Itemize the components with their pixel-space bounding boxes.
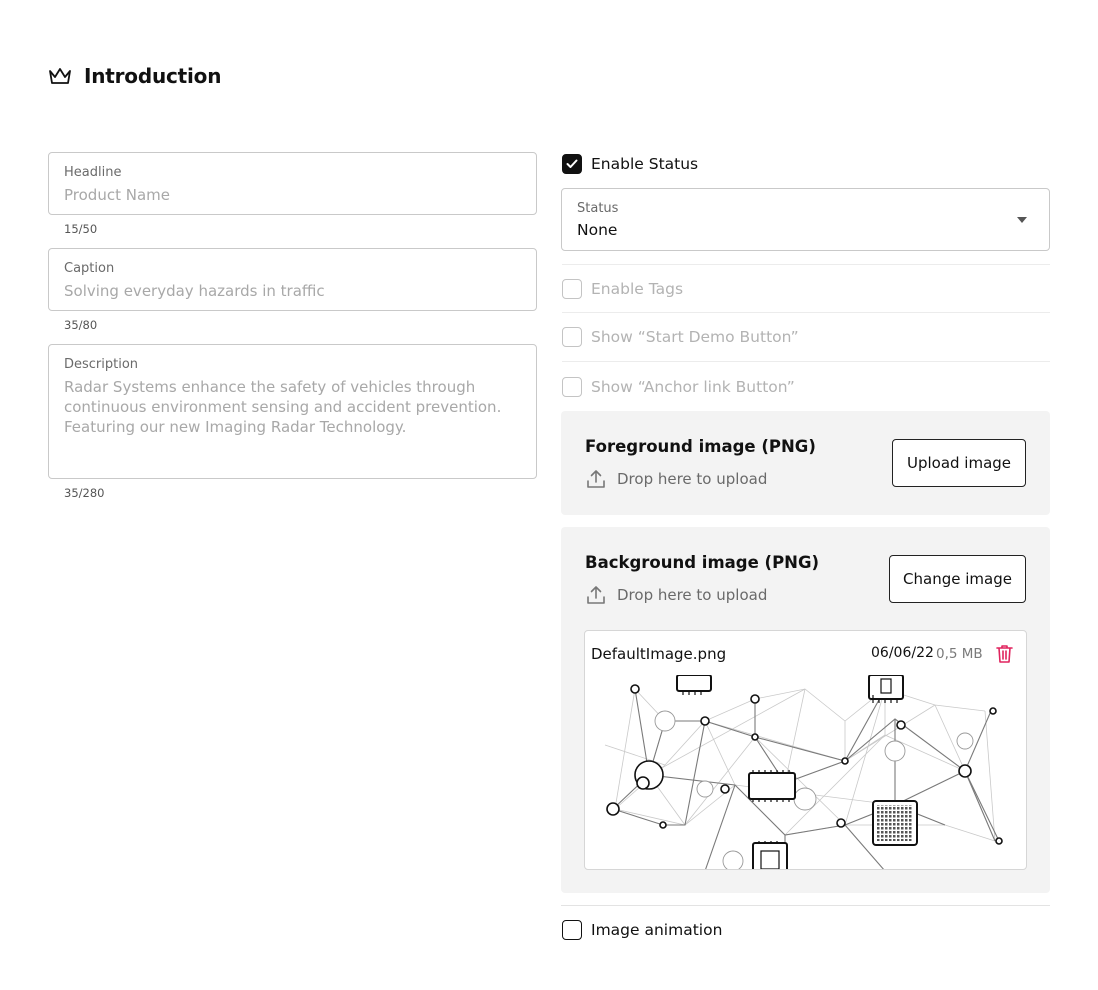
background-dropzone[interactable]: Drop here to upload <box>585 584 767 606</box>
enable-status-checkbox[interactable] <box>562 153 582 174</box>
enable-tags-checkbox[interactable] <box>562 278 582 299</box>
headline-counter: 15/50 <box>64 222 98 236</box>
section-title: Introduction <box>84 64 222 88</box>
foreground-dropzone[interactable]: Drop here to upload <box>585 468 767 490</box>
description-counter: 35/280 <box>64 486 105 500</box>
foreground-image-title: Foreground image (PNG) <box>585 437 816 456</box>
headline-label: Headline <box>64 165 122 180</box>
image-animation-checkbox[interactable] <box>562 919 582 940</box>
file-date: 06/06/22 <box>871 645 934 661</box>
upload-image-button[interactable]: Upload image <box>892 439 1026 487</box>
file-size: 0,5 MB <box>936 646 983 662</box>
network-circuit-illustration <box>604 675 1003 869</box>
show-anchor-link-checkbox[interactable] <box>562 376 582 397</box>
upload-icon <box>585 468 607 490</box>
description-textarea[interactable]: Radar Systems enhance the safety of vehi… <box>64 377 504 437</box>
enable-status-row[interactable]: Enable Status <box>562 139 1050 188</box>
enable-tags-row[interactable]: Enable Tags <box>562 264 1050 313</box>
caption-input[interactable]: Solving everyday hazards in traffic <box>64 281 521 301</box>
foreground-image-card[interactable]: Foreground image (PNG) Drop here to uplo… <box>561 411 1050 515</box>
status-select[interactable]: Status None <box>561 188 1050 251</box>
show-anchor-link-row[interactable]: Show “Anchor link Button” <box>562 362 1050 411</box>
headline-field[interactable]: Headline Product Name <box>48 152 537 215</box>
file-name: DefaultImage.png <box>591 645 727 663</box>
status-select-value: None <box>577 221 618 239</box>
description-field[interactable]: Description Radar Systems enhance the sa… <box>48 344 537 479</box>
caption-counter: 35/80 <box>64 318 98 332</box>
crown-icon <box>48 66 72 86</box>
image-animation-label: Image animation <box>591 920 723 939</box>
background-drop-text: Drop here to upload <box>617 586 768 604</box>
status-select-label: Status <box>577 201 619 216</box>
enable-tags-label: Enable Tags <box>591 279 684 298</box>
show-start-demo-row[interactable]: Show “Start Demo Button” <box>562 313 1050 362</box>
section-header: Introduction <box>48 62 221 90</box>
image-animation-row[interactable]: Image animation <box>562 905 1050 954</box>
show-anchor-link-label: Show “Anchor link Button” <box>591 377 795 396</box>
show-start-demo-label: Show “Start Demo Button” <box>591 328 799 346</box>
caption-label: Caption <box>64 261 115 276</box>
enable-status-label: Enable Status <box>591 154 699 173</box>
description-label: Description <box>64 357 139 372</box>
background-image-title: Background image (PNG) <box>585 553 820 572</box>
headline-input[interactable]: Product Name <box>64 185 521 205</box>
caret-down-icon[interactable] <box>1017 217 1027 223</box>
change-image-button[interactable]: Change image <box>889 555 1026 603</box>
file-card: DefaultImage.png 06/06/22 0,5 MB <box>584 630 1027 870</box>
checkmark-icon <box>566 159 578 168</box>
upload-icon <box>585 584 607 606</box>
caption-field[interactable]: Caption Solving everyday hazards in traf… <box>48 248 537 311</box>
trash-icon[interactable] <box>996 644 1013 663</box>
foreground-drop-text: Drop here to upload <box>617 470 768 488</box>
show-start-demo-checkbox[interactable] <box>562 327 582 347</box>
